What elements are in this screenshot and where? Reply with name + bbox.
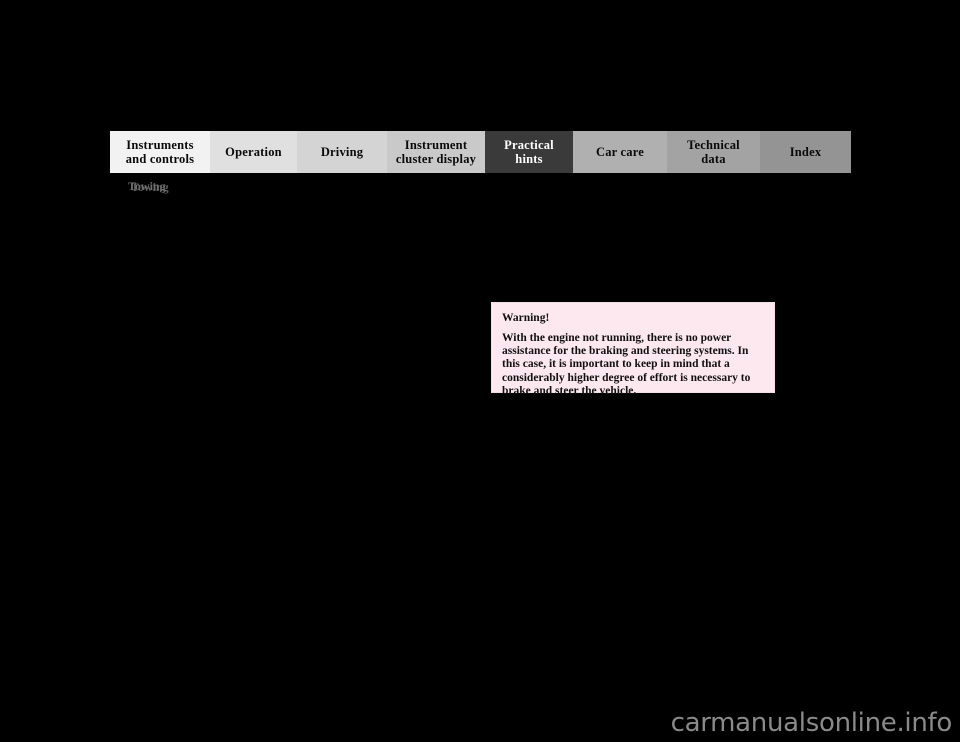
tab-label: Car care — [596, 145, 644, 159]
tab-label: Operation — [225, 145, 282, 159]
warning-title: Warning! — [502, 312, 550, 324]
tab-practical-hints[interactable]: Practical hints — [485, 131, 573, 173]
tab-label: Technical data — [687, 138, 740, 166]
manual-page: Instruments and controls Operation Drivi… — [0, 0, 960, 742]
warning-callout: Warning! With the engine not running, th… — [491, 302, 775, 397]
tab-label: Instrument cluster display — [395, 138, 477, 166]
warning-body-text: With the engine not running, there is no… — [502, 332, 751, 397]
tab-label: Driving — [320, 145, 364, 159]
tab-label: Practical hints — [504, 138, 554, 166]
tab-instruments-and-controls[interactable]: Instruments and controls — [110, 131, 210, 173]
tab-driving[interactable]: Driving — [297, 131, 387, 173]
section-tab-bar[interactable]: Instruments and controls Operation Drivi… — [110, 131, 851, 173]
tab-label: Instruments and controls — [125, 138, 195, 166]
tab-label: Index — [789, 145, 822, 159]
tab-technical-data[interactable]: Technical data — [667, 131, 760, 173]
tab-index[interactable]: Index — [760, 131, 851, 173]
site-watermark: carmanualsonline.info — [670, 708, 953, 738]
section-heading-text-ghost: Towing — [131, 180, 169, 194]
tab-car-care[interactable]: Car care — [573, 131, 667, 173]
tab-operation[interactable]: Operation — [210, 131, 297, 173]
tab-instrument-cluster-display[interactable]: Instrument cluster display — [387, 131, 485, 173]
